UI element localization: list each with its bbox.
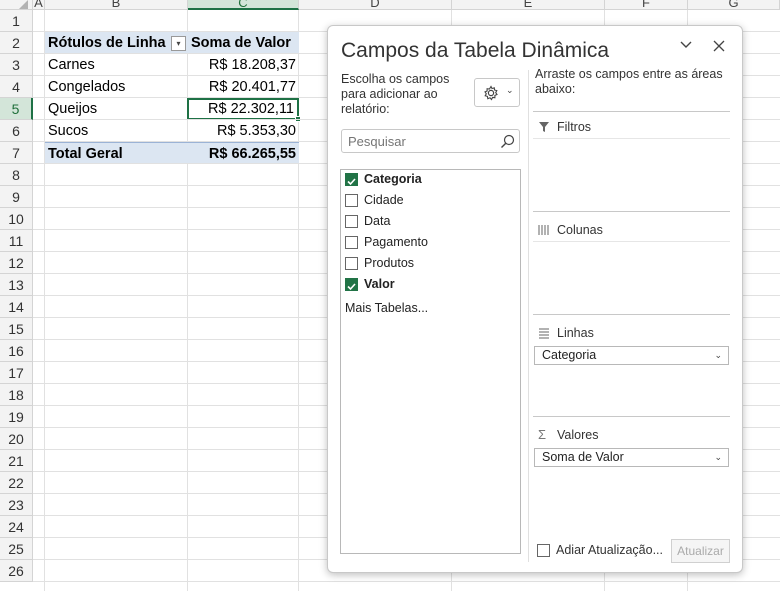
row-header[interactable]: 5 bbox=[0, 98, 33, 120]
pivot-total-label: Total Geral bbox=[45, 142, 188, 164]
gear-icon bbox=[484, 85, 498, 101]
column-header-e[interactable]: E bbox=[452, 0, 605, 10]
field-item-categoria[interactable]: Categoria bbox=[345, 170, 515, 188]
row-header[interactable]: 12 bbox=[0, 252, 33, 274]
pivot-row-label[interactable]: Congelados bbox=[45, 76, 188, 98]
pivot-row-label[interactable]: Sucos bbox=[45, 120, 188, 142]
column-header-c[interactable]: C bbox=[188, 0, 299, 10]
pivot-row-labels-header: Rótulos de Linha bbox=[45, 32, 188, 54]
search-field-box[interactable] bbox=[341, 129, 520, 153]
row-header[interactable]: 13 bbox=[0, 274, 33, 296]
checkbox-unchecked[interactable] bbox=[345, 194, 358, 207]
chevron-down-icon[interactable]: ⌄ bbox=[714, 449, 722, 466]
pivot-row-label[interactable]: Carnes bbox=[45, 54, 188, 76]
field-item-produtos[interactable]: Produtos bbox=[345, 254, 515, 272]
field-label: Cidade bbox=[364, 193, 404, 207]
pivot-row-value[interactable]: R$ 5.353,30 bbox=[188, 120, 299, 142]
field-label: Data bbox=[364, 214, 391, 228]
pane-options-chevron-icon[interactable] bbox=[676, 38, 696, 58]
field-label: Produtos bbox=[364, 256, 415, 270]
column-header-g[interactable]: G bbox=[688, 0, 780, 10]
row-header[interactable]: 21 bbox=[0, 450, 33, 472]
field-item-data[interactable]: Data bbox=[345, 212, 515, 230]
checkbox-checked[interactable] bbox=[345, 173, 358, 186]
row-header[interactable]: 16 bbox=[0, 340, 33, 362]
row-header[interactable]: 1 bbox=[0, 10, 33, 32]
pivot-row-value-selected[interactable]: R$ 22.302,11 bbox=[187, 98, 299, 120]
pivot-total-value: R$ 66.265,55 bbox=[188, 142, 299, 164]
checkbox-checked[interactable] bbox=[345, 278, 358, 291]
pivot-row-label[interactable]: Queijos bbox=[45, 98, 188, 120]
rows-icon bbox=[539, 328, 549, 339]
filter-icon bbox=[539, 122, 549, 132]
columns-drop-area[interactable] bbox=[533, 241, 730, 309]
search-input[interactable] bbox=[348, 133, 498, 149]
defer-update-checkbox[interactable] bbox=[537, 544, 550, 557]
row-header[interactable]: 3 bbox=[0, 54, 33, 76]
row-header[interactable]: 17 bbox=[0, 362, 33, 384]
tools-gear-button[interactable]: ⌄ bbox=[474, 78, 520, 107]
row-header[interactable]: 9 bbox=[0, 186, 33, 208]
row-header[interactable]: 26 bbox=[0, 560, 33, 582]
column-header-a[interactable]: A bbox=[33, 0, 45, 10]
field-label: Valor bbox=[364, 277, 395, 291]
columns-area-title: Colunas bbox=[557, 223, 603, 237]
rows-area-title: Linhas bbox=[557, 326, 594, 340]
values-area-title: Valores bbox=[557, 428, 599, 442]
row-header[interactable]: 10 bbox=[0, 208, 33, 230]
row-header[interactable]: 7 bbox=[0, 142, 33, 164]
close-icon[interactable] bbox=[709, 38, 729, 58]
rows-chip-label: Categoria bbox=[542, 348, 597, 362]
more-tables-link[interactable]: Mais Tabelas... bbox=[345, 301, 428, 315]
checkbox-unchecked[interactable] bbox=[345, 215, 358, 228]
row-header[interactable]: 18 bbox=[0, 384, 33, 406]
filter-dropdown-icon[interactable]: ▾ bbox=[171, 36, 186, 51]
choose-fields-label: Escolha os campos para adicionar ao rela… bbox=[341, 72, 450, 116]
row-header[interactable]: 25 bbox=[0, 538, 33, 560]
checkbox-unchecked[interactable] bbox=[345, 236, 358, 249]
field-list: Categoria Cidade Data Pagamento Produtos… bbox=[340, 169, 521, 554]
rows-field-chip[interactable]: Categoria ⌄ bbox=[534, 346, 729, 365]
pane-divider bbox=[528, 70, 529, 562]
column-header-d[interactable]: D bbox=[299, 0, 452, 10]
chevron-down-icon[interactable]: ⌄ bbox=[714, 347, 722, 364]
row-header[interactable]: 23 bbox=[0, 494, 33, 516]
pivot-fields-pane: Campos da Tabela Dinâmica Escolha os cam… bbox=[327, 25, 743, 573]
values-field-chip[interactable]: Soma de Valor ⌄ bbox=[534, 448, 729, 467]
drag-fields-label: Arraste os campos entre as áreas abaixo: bbox=[535, 67, 723, 96]
search-icon bbox=[501, 134, 515, 148]
row-header[interactable]: 24 bbox=[0, 516, 33, 538]
row-header[interactable]: 2 bbox=[0, 32, 33, 54]
row-header[interactable]: 20 bbox=[0, 428, 33, 450]
field-label: Pagamento bbox=[364, 235, 428, 249]
field-item-valor[interactable]: Valor bbox=[345, 275, 515, 293]
pane-title: Campos da Tabela Dinâmica bbox=[341, 39, 610, 62]
columns-icon bbox=[538, 225, 549, 235]
pivot-values-header: Soma de Valor bbox=[188, 32, 299, 54]
pivot-row-value[interactable]: R$ 20.401,77 bbox=[188, 76, 299, 98]
field-item-cidade[interactable]: Cidade bbox=[345, 191, 515, 209]
defer-update-label: Adiar Atualização... bbox=[556, 543, 664, 557]
filters-area-title: Filtros bbox=[557, 120, 592, 134]
sigma-icon: Σ bbox=[538, 427, 547, 442]
row-header[interactable]: 14 bbox=[0, 296, 33, 318]
chevron-down-icon: ⌄ bbox=[506, 85, 514, 95]
filters-drop-area[interactable] bbox=[533, 138, 730, 206]
values-chip-label: Soma de Valor bbox=[542, 450, 624, 464]
pivot-row-value[interactable]: R$ 18.208,37 bbox=[188, 54, 299, 76]
field-label: Categoria bbox=[364, 172, 422, 186]
update-button[interactable]: Atualizar bbox=[671, 539, 730, 563]
row-header[interactable]: 22 bbox=[0, 472, 33, 494]
row-header[interactable]: 19 bbox=[0, 406, 33, 428]
row-header[interactable]: 15 bbox=[0, 318, 33, 340]
select-all-corner[interactable] bbox=[0, 0, 33, 10]
row-header[interactable]: 8 bbox=[0, 164, 33, 186]
field-item-pagamento[interactable]: Pagamento bbox=[345, 233, 515, 251]
row-header[interactable]: 4 bbox=[0, 76, 33, 98]
row-header[interactable]: 6 bbox=[0, 120, 33, 142]
row-header[interactable]: 11 bbox=[0, 230, 33, 252]
checkbox-unchecked[interactable] bbox=[345, 257, 358, 270]
column-header-f[interactable]: F bbox=[605, 0, 688, 10]
column-header-b[interactable]: B bbox=[45, 0, 188, 10]
